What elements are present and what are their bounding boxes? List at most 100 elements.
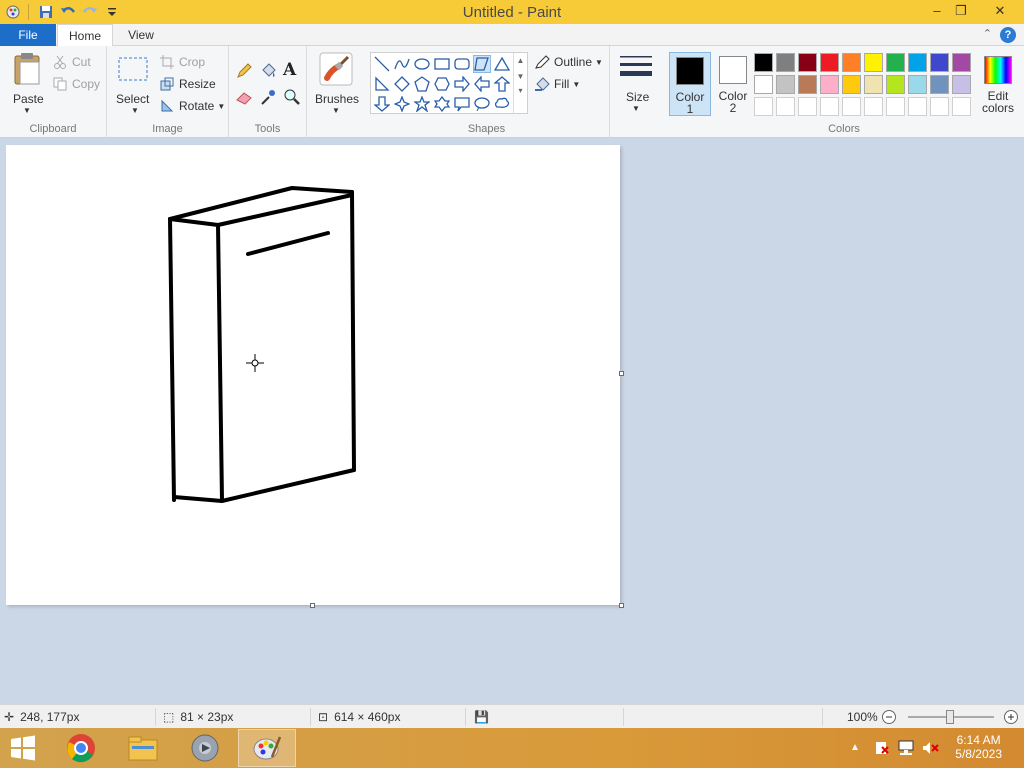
minimize-ribbon-icon[interactable]: ⌃ (983, 27, 992, 40)
palette-swatch[interactable] (864, 53, 883, 72)
eraser-icon[interactable] (235, 88, 253, 109)
palette-swatch[interactable] (930, 97, 949, 116)
taskbar-clock[interactable]: 6:14 AM 5/8/2023 (955, 733, 1002, 761)
palette-swatch[interactable] (820, 75, 839, 94)
pentagon-shape-icon[interactable] (413, 75, 431, 93)
color1-button[interactable]: Color 1 (669, 52, 711, 116)
diamond-shape-icon[interactable] (393, 75, 411, 93)
paste-button[interactable]: Paste ▼ (6, 50, 48, 116)
help-icon[interactable]: ? (1000, 27, 1016, 43)
palette-swatch[interactable] (952, 75, 971, 94)
color2-button[interactable]: Color 2 (712, 52, 754, 116)
action-center-icon[interactable] (873, 740, 889, 759)
up-arrow-shape-icon[interactable] (493, 75, 511, 93)
shapes-scroll-down-icon[interactable]: ▼ (514, 72, 527, 81)
volume-muted-icon[interactable] (921, 740, 939, 759)
palette-swatch[interactable] (864, 97, 883, 116)
show-hidden-icons-icon[interactable]: ▲ (850, 742, 860, 753)
palette-swatch[interactable] (842, 53, 861, 72)
six-point-star-shape-icon[interactable] (433, 95, 451, 113)
magnifier-icon[interactable] (283, 88, 301, 109)
outline-button[interactable]: Outline ▼ (534, 54, 603, 70)
left-arrow-shape-icon[interactable] (473, 75, 491, 93)
oval-callout-shape-icon[interactable] (473, 95, 491, 113)
copy-button[interactable]: Copy (52, 76, 100, 92)
palette-swatch[interactable] (754, 75, 773, 94)
curve-shape-icon[interactable] (393, 55, 411, 73)
drawing-canvas[interactable] (6, 145, 620, 605)
right-arrow-shape-icon[interactable] (453, 75, 471, 93)
pencil-icon[interactable] (235, 62, 253, 83)
restore-button[interactable]: ❐ (944, 0, 978, 22)
palette-swatch[interactable] (798, 75, 817, 94)
palette-swatch[interactable] (886, 97, 905, 116)
text-tool-icon[interactable]: A (283, 60, 296, 80)
start-icon[interactable] (0, 729, 46, 767)
palette-swatch[interactable] (908, 53, 927, 72)
palette-swatch[interactable] (930, 75, 949, 94)
resize-button[interactable]: Resize (159, 76, 216, 92)
palette-swatch[interactable] (776, 53, 795, 72)
cut-button[interactable]: Cut (52, 54, 91, 70)
polygon-shape-icon[interactable] (473, 55, 491, 73)
down-arrow-shape-icon[interactable] (373, 95, 391, 113)
palette-swatch[interactable] (776, 75, 795, 94)
palette-swatch[interactable] (886, 75, 905, 94)
brushes-dropdown-icon[interactable]: ▼ (332, 106, 340, 115)
tab-view[interactable]: View (116, 24, 166, 46)
crop-button[interactable]: Crop (159, 54, 205, 70)
palette-swatch[interactable] (842, 97, 861, 116)
select-dropdown-icon[interactable]: ▼ (131, 106, 139, 115)
canvas-resize-handle-right[interactable] (619, 371, 624, 376)
fill-button[interactable]: Fill ▼ (534, 76, 580, 92)
shapes-scroll-up-icon[interactable]: ▲ (514, 56, 527, 65)
palette-swatch[interactable] (952, 97, 971, 116)
palette-swatch[interactable] (820, 97, 839, 116)
palette-swatch[interactable] (754, 97, 773, 116)
size-button[interactable]: Size ▼ (616, 52, 656, 116)
palette-swatch[interactable] (798, 97, 817, 116)
palette-swatch[interactable] (908, 75, 927, 94)
palette-swatch[interactable] (754, 53, 773, 72)
close-button[interactable]: ✕ (982, 0, 1018, 22)
line-shape-icon[interactable] (373, 55, 391, 73)
select-button[interactable]: Select ▼ (113, 50, 155, 116)
right-triangle-shape-icon[interactable] (373, 75, 391, 93)
fill-bucket-icon[interactable] (259, 62, 277, 83)
zoom-slider-thumb[interactable] (946, 710, 954, 724)
rectangle-shape-icon[interactable] (433, 55, 451, 73)
palette-swatch[interactable] (952, 53, 971, 72)
palette-swatch[interactable] (908, 97, 927, 116)
palette-swatch[interactable] (798, 53, 817, 72)
color-picker-icon[interactable] (259, 88, 277, 109)
cloud-callout-shape-icon[interactable] (493, 95, 511, 113)
paint-icon[interactable] (238, 729, 296, 767)
triangle-shape-icon[interactable] (493, 55, 511, 73)
rounded-rectangle-shape-icon[interactable] (453, 55, 471, 73)
hexagon-shape-icon[interactable] (433, 75, 451, 93)
four-point-star-shape-icon[interactable] (393, 95, 411, 113)
rotate-button[interactable]: Rotate ▼ (159, 98, 225, 114)
media-player-icon[interactable] (176, 729, 234, 767)
palette-swatch[interactable] (886, 53, 905, 72)
palette-swatch[interactable] (930, 53, 949, 72)
palette-swatch[interactable] (820, 53, 839, 72)
tab-file[interactable]: File (0, 24, 56, 46)
palette-swatch[interactable] (842, 75, 861, 94)
five-point-star-shape-icon[interactable] (413, 95, 431, 113)
canvas-resize-handle-corner[interactable] (619, 603, 624, 608)
shapes-scroll[interactable]: ▲ ▼ ▾ (513, 53, 527, 113)
network-icon[interactable] (897, 740, 915, 759)
shapes-expand-icon[interactable]: ▾ (514, 86, 527, 95)
paste-dropdown-icon[interactable]: ▼ (23, 106, 31, 115)
rect-callout-shape-icon[interactable] (453, 95, 471, 113)
chrome-icon[interactable] (52, 729, 110, 767)
edit-colors-button[interactable]: Edit colors (976, 52, 1020, 116)
file-explorer-icon[interactable] (114, 729, 172, 767)
palette-swatch[interactable] (864, 75, 883, 94)
zoom-in-button[interactable] (1003, 709, 1019, 725)
canvas-resize-handle-bottom[interactable] (310, 603, 315, 608)
size-dropdown-icon[interactable]: ▼ (632, 104, 640, 113)
zoom-out-button[interactable] (881, 709, 897, 725)
brushes-button[interactable]: Brushes ▼ (311, 50, 361, 116)
